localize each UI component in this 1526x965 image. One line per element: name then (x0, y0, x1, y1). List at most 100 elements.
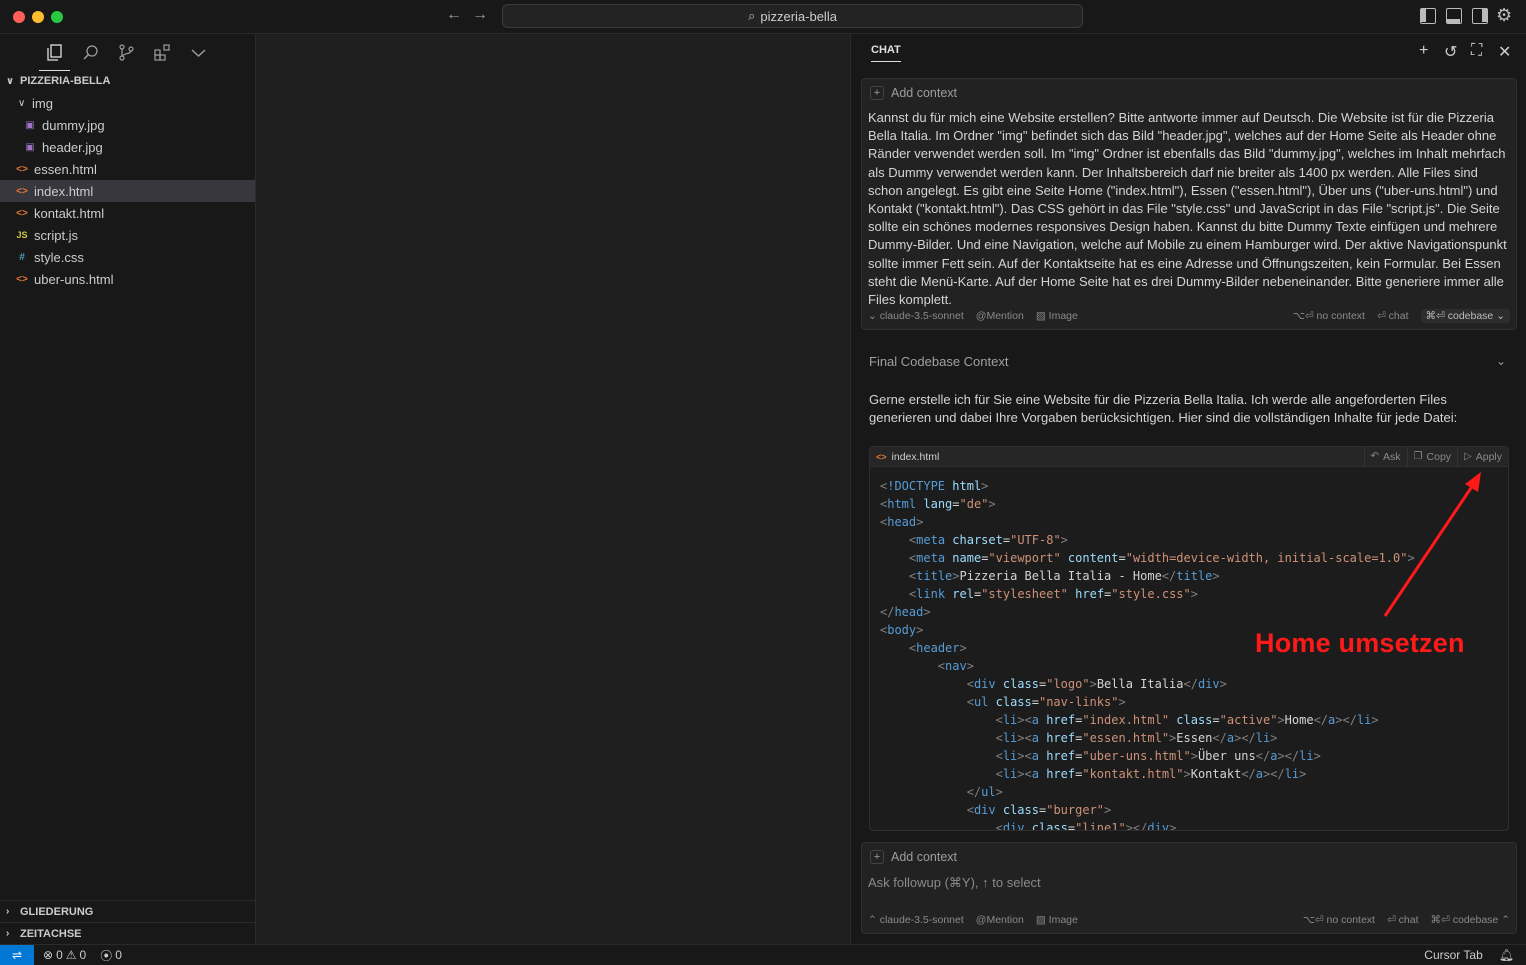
explorer-sidebar: ∨ PIZZERIA-BELLA ∨ img ▣ dummy.jpg ▣ hea… (0, 34, 256, 944)
codebase-shortcut[interactable]: ⌘⏎ codebase ⌃ (1431, 914, 1510, 926)
codebase-shortcut[interactable]: ⌘⏎ codebase ⌄ (1420, 309, 1510, 323)
file-label: uber-uns.html (34, 271, 114, 287)
timeline-section-header[interactable]: › ZEITACHSE (0, 922, 256, 944)
image-label: Image (1048, 914, 1078, 926)
add-context-button[interactable]: + Add context (870, 86, 957, 100)
user-message[interactable]: + Add context Kannst du für mich eine We… (861, 78, 1517, 330)
bell-icon[interactable]: 🔔︎ (1499, 948, 1514, 962)
error-count: 0 (56, 948, 63, 962)
apply-button[interactable]: ▷ Apply (1457, 447, 1508, 467)
history-icon[interactable]: ↺ (1444, 42, 1457, 62)
html-file-icon: <> (876, 451, 887, 462)
ports-indicator[interactable]: ⦿ 0 (100, 947, 122, 964)
chat-shortcut[interactable]: ⏎ chat (1387, 914, 1419, 926)
apply-label: Apply (1475, 450, 1502, 463)
toggle-panel-icon[interactable] (1446, 8, 1462, 24)
tree-file[interactable]: # style.css (0, 246, 255, 268)
outline-section-header[interactable]: › GLIEDERUNG (0, 900, 256, 922)
toggle-sidebar-icon[interactable] (1420, 8, 1436, 24)
file-label: index.html (34, 183, 94, 199)
chat-shortcut[interactable]: ⏎ chat (1377, 310, 1409, 322)
tree-file[interactable]: <> kontakt.html (0, 202, 255, 224)
code-block-header: <> index.html ↶ Ask ❐ Copy ▷ Apply (870, 447, 1508, 467)
chevron-down-icon[interactable]: ⌄ (1496, 354, 1506, 368)
tree-file[interactable]: <> uber-uns.html (0, 268, 255, 290)
file-label: dummy.jpg (42, 117, 105, 133)
followup-placeholder[interactable]: Ask followup (⌘Y), ↑ to select (868, 875, 1041, 891)
chevron-right-icon: › (6, 906, 10, 917)
new-chat-icon[interactable]: + (1419, 42, 1428, 60)
mention-button[interactable]: @Mention (976, 310, 1024, 322)
model-selector[interactable]: ⌃ claude-3.5-sonnet (868, 914, 964, 926)
ask-button[interactable]: ↶ Ask (1363, 447, 1407, 467)
followup-input[interactable]: + Add context Ask followup (⌘Y), ↑ to se… (861, 842, 1517, 934)
status-bar: ⇌ ⊗ 0 ⚠ 0 ⦿ 0 Cursor Tab 🔔︎ (0, 944, 1526, 965)
command-center-search[interactable]: ⌕ pizzeria-bella (502, 4, 1083, 28)
chevron-right-icon: › (6, 928, 10, 939)
add-context-label: Add context (891, 86, 958, 100)
forward-arrow-icon[interactable]: → (470, 6, 490, 24)
ports-count: 0 (115, 948, 122, 962)
tree-file-selected[interactable]: <> index.html (0, 180, 255, 202)
reply-icon: ↶ (1370, 451, 1380, 462)
no-context-shortcut[interactable]: ⌥⏎ no context (1293, 310, 1365, 322)
no-context-shortcut[interactable]: ⌥⏎ no context (1303, 914, 1375, 926)
maximize-window-button[interactable] (51, 11, 63, 23)
chevron-down-icon[interactable] (189, 43, 208, 62)
final-codebase-context[interactable]: Final Codebase Context (869, 354, 1008, 369)
warning-icon: ⚠ (65, 948, 77, 962)
html-file-icon: <> (16, 273, 28, 285)
remote-indicator-icon[interactable]: ⇌ (0, 944, 34, 965)
tree-folder-img[interactable]: ∨ img (0, 92, 255, 114)
gear-icon[interactable]: ⚙ (1496, 5, 1512, 26)
model-selector[interactable]: ⌄ claude-3.5-sonnet (868, 310, 964, 322)
search-icon: ⌕ (748, 8, 756, 23)
close-icon[interactable]: ✕ (1498, 42, 1511, 62)
search-icon[interactable] (81, 43, 100, 62)
ask-label: Ask (1383, 450, 1401, 463)
code-file-name: index.html (891, 450, 940, 463)
plus-icon: + (870, 86, 884, 100)
mention-button[interactable]: @Mention (976, 914, 1024, 926)
explorer-icon[interactable] (39, 43, 70, 71)
chat-tab[interactable]: CHAT (871, 44, 901, 62)
mention-label: Mention (986, 914, 1024, 926)
workspace-title: pizzeria-bella (760, 8, 837, 24)
extensions-icon[interactable] (153, 43, 172, 62)
back-arrow-icon[interactable]: ← (444, 6, 464, 24)
problems-indicator[interactable]: ⊗ 0 ⚠ 0 (43, 948, 86, 962)
cursor-tab-status[interactable]: Cursor Tab (1424, 948, 1482, 962)
tree-file[interactable]: ▣ header.jpg (0, 136, 255, 158)
image-file-icon: ▣ (25, 141, 35, 153)
chevron-down-icon: ∨ (18, 97, 26, 109)
html-file-icon: <> (16, 207, 28, 219)
plus-icon: + (870, 850, 884, 864)
play-icon: ▷ (1464, 451, 1472, 462)
file-label: kontakt.html (34, 205, 105, 221)
close-window-button[interactable] (13, 11, 25, 23)
tree-file[interactable]: ▣ dummy.jpg (0, 114, 255, 136)
maximize-icon[interactable]: ⛶ (1471, 42, 1482, 60)
image-button[interactable]: ▨ Image (1036, 914, 1078, 926)
chat-panel: CHAT + ↺ ⛶ ✕ + Add context Kannst du für… (850, 34, 1526, 944)
add-context-button[interactable]: + Add context (870, 850, 957, 864)
image-button[interactable]: ▨ Image (1036, 310, 1078, 322)
tree-file[interactable]: JS script.js (0, 224, 255, 246)
error-icon: ⊗ (43, 948, 54, 962)
activity-bar (0, 34, 255, 71)
css-file-icon: # (19, 251, 25, 263)
editor-area[interactable] (256, 34, 850, 944)
toggle-secondary-sidebar-icon[interactable] (1472, 8, 1488, 24)
source-control-icon[interactable] (117, 43, 136, 62)
file-label: script.js (34, 227, 79, 243)
model-label: claude-3.5-sonnet (879, 310, 964, 322)
tree-file[interactable]: <> essen.html (0, 158, 255, 180)
codebase-label: ⌘⏎ codebase (1425, 310, 1494, 322)
copy-button[interactable]: ❐ Copy (1406, 447, 1457, 467)
input-meta: ⌃ claude-3.5-sonnet @Mention ▨ Image ⌥⏎ … (868, 912, 1510, 928)
image-label: Image (1048, 310, 1078, 322)
explorer-root-folder[interactable]: ∨ PIZZERIA-BELLA (0, 70, 255, 92)
html-file-icon: <> (16, 163, 28, 175)
file-label: header.jpg (42, 139, 103, 155)
minimize-window-button[interactable] (32, 11, 44, 23)
